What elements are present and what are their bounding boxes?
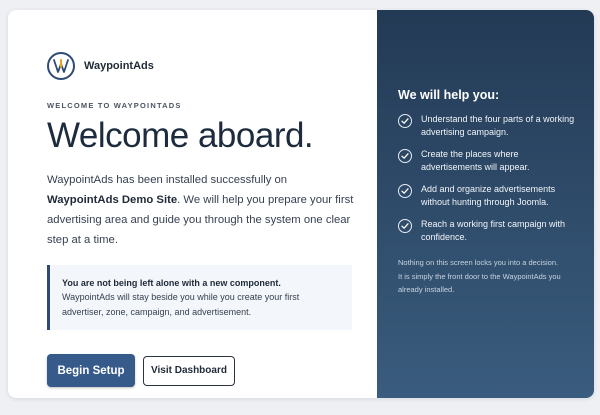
help-item: Understand the four parts of a working a… — [398, 113, 576, 139]
begin-setup-button[interactable]: Begin Setup — [47, 354, 135, 387]
check-circle-icon — [398, 114, 412, 128]
brand-name: WaypointAds — [84, 60, 154, 72]
welcome-card: WaypointAds WELCOME TO WAYPOINTADS Welco… — [8, 10, 594, 398]
welcome-section: WaypointAds WELCOME TO WAYPOINTADS Welco… — [8, 10, 377, 398]
visit-dashboard-button[interactable]: Visit Dashboard — [143, 355, 235, 386]
callout-title: You are not being left alone with a new … — [62, 278, 281, 288]
help-footnote: Nothing on this screen locks you into a … — [398, 258, 561, 294]
brand: WaypointAds — [47, 52, 377, 80]
intro-text: WaypointAds has been installed successfu… — [47, 170, 357, 250]
help-panel: We will help you: Understand the four pa… — [377, 10, 594, 398]
check-circle-icon — [398, 149, 412, 163]
help-item-text: Reach a working first campaign with conf… — [421, 219, 566, 242]
help-item-text: Create the places where advertisements w… — [421, 149, 530, 172]
callout-body: WaypointAds will stay beside you while y… — [62, 292, 300, 317]
check-circle-icon — [398, 219, 412, 233]
help-list: Understand the four parts of a working a… — [398, 113, 576, 244]
waypoint-logo-icon — [47, 52, 75, 80]
help-item-text: Add and organize advertisements without … — [421, 184, 556, 207]
action-buttons: Begin Setup Visit Dashboard — [47, 354, 377, 387]
eyebrow-label: WELCOME TO WAYPOINTADS — [47, 101, 182, 110]
reassurance-callout: You are not being left alone with a new … — [47, 265, 352, 330]
help-item-text: Understand the four parts of a working a… — [421, 114, 575, 137]
check-circle-icon — [398, 184, 412, 198]
help-item: Add and organize advertisements without … — [398, 183, 576, 209]
page-title: Welcome aboard. — [47, 116, 314, 155]
help-item: Reach a working first campaign with conf… — [398, 218, 576, 244]
help-panel-title: We will help you: — [398, 88, 500, 102]
help-item: Create the places where advertisements w… — [398, 148, 576, 174]
intro-text-start: WaypointAds has been installed successfu… — [47, 174, 288, 186]
site-name: WaypointAds Demo Site — [47, 194, 178, 206]
